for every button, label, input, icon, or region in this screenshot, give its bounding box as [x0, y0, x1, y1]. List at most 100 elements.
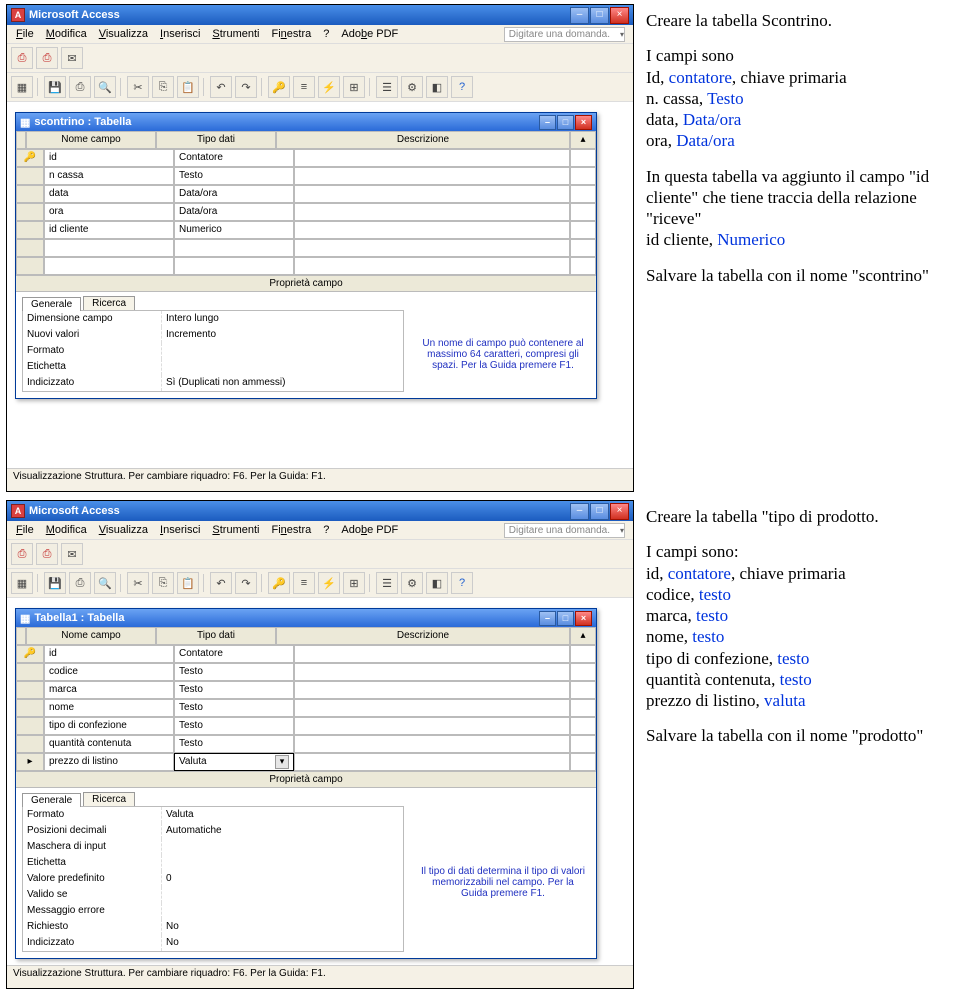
field-name-cell[interactable]: data	[44, 185, 174, 203]
property-row[interactable]: IndicizzatoNo	[23, 935, 403, 951]
col-header-type[interactable]: Tipo dati	[156, 627, 276, 645]
field-name-cell[interactable]: id	[44, 645, 174, 663]
menu-inserisci[interactable]: Inserisci	[155, 523, 205, 537]
view-icon[interactable]: ▦	[11, 572, 33, 594]
menu-finestra[interactable]: Finestra	[267, 523, 317, 537]
row-selector[interactable]	[16, 239, 44, 257]
index-icon[interactable]: ⊞	[343, 76, 365, 98]
undo-icon[interactable]: ↶	[210, 76, 232, 98]
field-type-cell[interactable]: Valuta▾	[174, 753, 294, 771]
pdf-icon[interactable]: ⎙	[11, 543, 33, 565]
property-value[interactable]: Sì (Duplicati non ammessi)	[161, 375, 403, 391]
property-value[interactable]: Automatiche	[161, 823, 403, 839]
tab-generale[interactable]: Generale	[22, 297, 81, 311]
row-selector[interactable]: 🔑	[16, 149, 44, 167]
help-icon[interactable]: ?	[451, 572, 473, 594]
field-name-cell[interactable]: prezzo di listino	[44, 753, 174, 771]
tab-generale[interactable]: Generale	[22, 793, 81, 807]
row-selector[interactable]	[16, 717, 44, 735]
field-type-cell[interactable]: Testo	[174, 167, 294, 185]
ask-dropdown-icon[interactable]: ▾	[615, 525, 629, 536]
field-desc-cell[interactable]	[294, 149, 570, 167]
property-row[interactable]: Posizioni decimaliAutomatiche	[23, 823, 403, 839]
row-selector[interactable]	[16, 735, 44, 753]
menu-help[interactable]: ?	[318, 27, 334, 41]
field-name-cell[interactable]: ora	[44, 203, 174, 221]
redo-icon[interactable]: ↷	[235, 572, 257, 594]
view-icon[interactable]: ▦	[11, 76, 33, 98]
pdf-icon-2[interactable]: ⎙	[36, 543, 58, 565]
field-row[interactable]: n cassaTesto	[16, 167, 596, 185]
index-icon[interactable]: ⊞	[343, 572, 365, 594]
field-row[interactable]: 🔑idContatore	[16, 645, 596, 663]
field-name-cell[interactable]: nome	[44, 699, 174, 717]
inner-close[interactable]: ×	[575, 611, 592, 626]
menu-visualizza[interactable]: Visualizza	[94, 523, 153, 537]
preview-icon[interactable]: 🔍	[94, 572, 116, 594]
inner-minimize[interactable]: –	[539, 115, 556, 130]
field-type-cell[interactable]: Testo	[174, 681, 294, 699]
minimize-button[interactable]: –	[570, 503, 589, 520]
close-button[interactable]: ×	[610, 503, 629, 520]
property-value[interactable]: No	[161, 919, 403, 935]
build-icon[interactable]: ⚙	[401, 572, 423, 594]
inner-maximize[interactable]: □	[557, 611, 574, 626]
property-row[interactable]: Etichetta	[23, 855, 403, 871]
col-header-name[interactable]: Nome campo	[26, 627, 156, 645]
row-selector[interactable]	[16, 203, 44, 221]
inner-maximize[interactable]: □	[557, 115, 574, 130]
field-row[interactable]: quantità contenutaTesto	[16, 735, 596, 753]
rows-icon[interactable]: ≡	[293, 76, 315, 98]
field-row[interactable]: marcaTesto	[16, 681, 596, 699]
property-row[interactable]: Nuovi valoriIncremento	[23, 327, 403, 343]
field-name-cell[interactable]: marca	[44, 681, 174, 699]
property-value[interactable]	[161, 359, 403, 375]
menu-finestra[interactable]: Finestra	[267, 27, 317, 41]
field-desc-cell[interactable]	[294, 185, 570, 203]
menu-help[interactable]: ?	[318, 523, 334, 537]
field-row[interactable]: tipo di confezioneTesto	[16, 717, 596, 735]
field-desc-cell[interactable]	[294, 203, 570, 221]
inner-close[interactable]: ×	[575, 115, 592, 130]
menu-visualizza[interactable]: Visualizza	[94, 27, 153, 41]
rows-icon[interactable]: ≡	[293, 572, 315, 594]
close-button[interactable]: ×	[610, 7, 629, 24]
copy-icon[interactable]: ⎘	[152, 76, 174, 98]
ask-dropdown-icon[interactable]: ▾	[615, 29, 629, 40]
col-header-type[interactable]: Tipo dati	[156, 131, 276, 149]
menu-file[interactable]: File	[11, 523, 39, 537]
pdf-icon-2[interactable]: ⎙	[36, 47, 58, 69]
ask-question-box[interactable]: Digitare una domanda.	[504, 523, 625, 538]
field-row[interactable]: oraData/ora	[16, 203, 596, 221]
field-desc-cell[interactable]	[294, 239, 570, 257]
row-selector[interactable]	[16, 185, 44, 203]
key-icon[interactable]: 🔑	[268, 572, 290, 594]
build-icon[interactable]: ⚙	[401, 76, 423, 98]
field-name-cell[interactable]: id cliente	[44, 221, 174, 239]
field-desc-cell[interactable]	[294, 221, 570, 239]
field-type-cell[interactable]	[174, 257, 294, 275]
props-icon[interactable]: ☰	[376, 572, 398, 594]
row-selector[interactable]: ▸	[16, 753, 44, 771]
property-value[interactable]: Incremento	[161, 327, 403, 343]
props-icon[interactable]: ☰	[376, 76, 398, 98]
property-value[interactable]	[161, 887, 403, 903]
field-name-cell[interactable]: id	[44, 149, 174, 167]
field-type-cell[interactable]: Contatore	[174, 149, 294, 167]
minimize-button[interactable]: –	[570, 7, 589, 24]
scroll-up-icon[interactable]: ▴	[570, 627, 596, 645]
field-row[interactable]: dataData/ora	[16, 185, 596, 203]
pdf-icon[interactable]: ⎙	[11, 47, 33, 69]
field-desc-cell[interactable]	[294, 699, 570, 717]
cut-icon[interactable]: ✂	[127, 76, 149, 98]
ask-question-box[interactable]: Digitare una domanda.	[504, 27, 625, 42]
paste-icon[interactable]: 📋	[177, 76, 199, 98]
field-desc-cell[interactable]	[294, 645, 570, 663]
field-desc-cell[interactable]	[294, 717, 570, 735]
field-type-cell[interactable]: Data/ora	[174, 185, 294, 203]
menu-strumenti[interactable]: Strumenti	[207, 27, 264, 41]
redo-icon[interactable]: ↷	[235, 76, 257, 98]
field-name-cell[interactable]	[44, 239, 174, 257]
col-header-desc[interactable]: Descrizione	[276, 131, 570, 149]
field-name-cell[interactable]: quantità contenuta	[44, 735, 174, 753]
